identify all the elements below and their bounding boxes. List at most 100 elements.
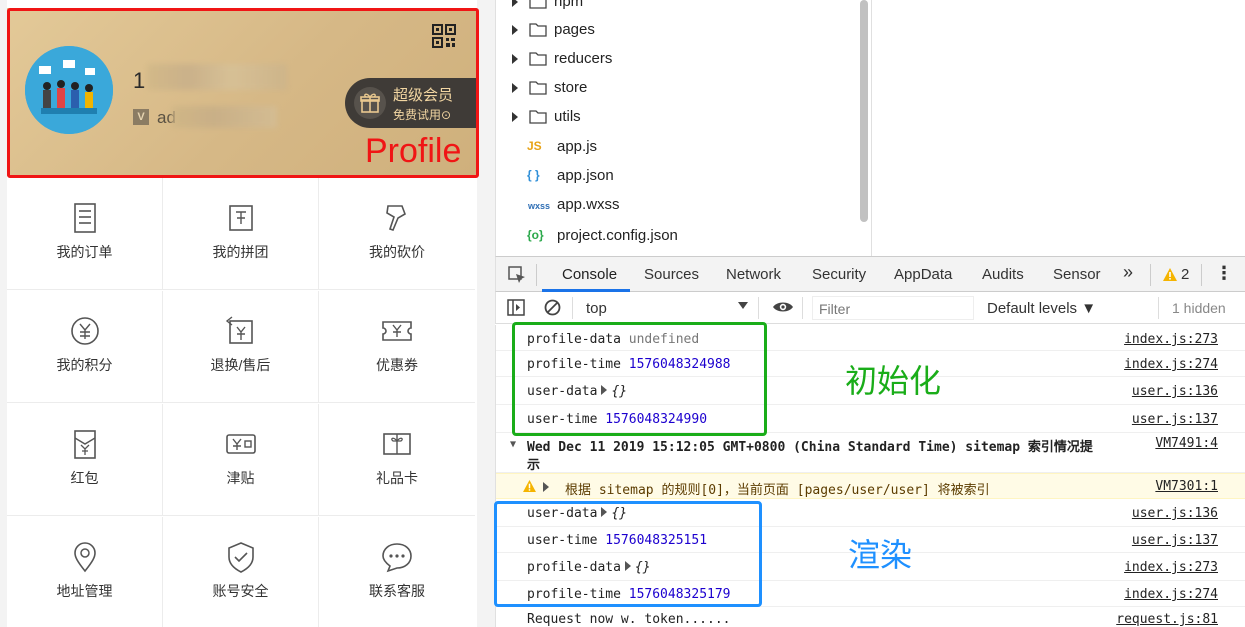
warning-count[interactable]: 2: [1181, 266, 1189, 283]
warning-icon[interactable]: [1163, 268, 1177, 281]
more-tabs-icon[interactable]: »: [1123, 262, 1133, 283]
folder-icon: [529, 110, 547, 124]
folder-icon: [529, 0, 547, 9]
grid-item-red-packet[interactable]: 红包: [7, 404, 163, 516]
grid-item-location[interactable]: 地址管理: [7, 517, 163, 627]
source-link[interactable]: index.js:274: [1124, 357, 1218, 372]
expand-arrow-icon[interactable]: [512, 0, 518, 7]
grid-item-label: 我的砍价: [369, 244, 425, 260]
expand-arrow-icon[interactable]: [543, 482, 549, 492]
avatar[interactable]: [25, 46, 113, 134]
grid-item-coupon[interactable]: 优惠券: [319, 291, 475, 403]
grid-item-bargain[interactable]: 我的砍价: [319, 178, 475, 290]
grid-item-return[interactable]: 退换/售后: [163, 291, 319, 403]
filter-input[interactable]: Filter: [812, 296, 974, 320]
vip-title: 超级会员: [393, 87, 454, 104]
source-link[interactable]: VM7491:4: [1155, 436, 1218, 451]
expand-arrow-icon[interactable]: [512, 54, 518, 64]
divider: [758, 297, 759, 319]
eye-icon[interactable]: [772, 300, 794, 314]
red-packet-icon: [74, 430, 96, 459]
tab-audits[interactable]: Audits: [982, 266, 1024, 283]
source-link[interactable]: request.js:81: [1116, 612, 1218, 627]
hidden-count: 1 hidden: [1172, 300, 1226, 316]
console-row: Request now w. token...... request.js:81: [496, 607, 1245, 627]
log-message: profile-data undefined: [527, 332, 700, 347]
source-link[interactable]: user.js:137: [1132, 412, 1218, 427]
source-link[interactable]: user.js:136: [1132, 506, 1218, 521]
folder-npm[interactable]: npm: [496, 0, 856, 17]
grid-item-shield[interactable]: 账号安全: [163, 517, 319, 627]
folder-icon: [529, 52, 547, 66]
clear-console-icon[interactable]: [544, 299, 561, 316]
id-icon: V: [133, 109, 149, 125]
file-project-config[interactable]: {o} project.config.json: [496, 223, 856, 251]
qr-code-icon[interactable]: [432, 24, 456, 48]
grid-item-gift-card[interactable]: 礼品卡: [319, 404, 475, 516]
user-page: 1 V ad 超级会员 免费试用⊙ Profile 我的订单 我的拼团 我的砍价…: [7, 0, 479, 627]
log-message: profile-time 1576048325179: [527, 587, 731, 602]
source-link[interactable]: VM7301:1: [1155, 479, 1218, 494]
allowance-icon: [226, 434, 256, 454]
kebab-menu-icon[interactable]: ⋮: [1215, 263, 1233, 284]
grid-item-label: 礼品卡: [376, 470, 418, 486]
file-label: app.json: [557, 167, 614, 184]
context-select[interactable]: top: [586, 300, 607, 317]
log-levels-select[interactable]: Default levels ▼: [987, 300, 1096, 317]
file-tree-scrollbar[interactable]: [860, 0, 868, 222]
source-link[interactable]: index.js:273: [1124, 560, 1218, 575]
file-app-js[interactable]: JS app.js: [496, 134, 856, 162]
folder-pages[interactable]: pages: [496, 17, 856, 45]
tab-sources[interactable]: Sources: [644, 266, 699, 283]
expand-arrow-icon[interactable]: [512, 25, 518, 35]
sidebar-toggle-icon[interactable]: [507, 299, 525, 316]
tab-console[interactable]: Console: [562, 266, 617, 283]
console-row[interactable]: user-data{} user.js:136: [496, 499, 1245, 527]
grid-item-chat[interactable]: 联系客服: [319, 517, 475, 627]
folder-label: pages: [554, 21, 595, 38]
folder-utils[interactable]: utils: [496, 104, 856, 132]
tab-appdata[interactable]: AppData: [894, 266, 952, 283]
folder-label: utils: [554, 108, 581, 125]
grid-item-allowance[interactable]: 津贴: [163, 404, 319, 516]
context-dropdown-icon[interactable]: [738, 302, 748, 309]
source-link[interactable]: index.js:273: [1124, 332, 1218, 347]
grid-item-label: 我的积分: [56, 357, 113, 373]
expand-object-icon[interactable]: [601, 385, 608, 395]
expand-arrow-icon[interactable]: [512, 112, 518, 122]
location-icon: [74, 542, 96, 573]
source-link[interactable]: index.js:274: [1124, 587, 1218, 602]
expand-arrow-icon[interactable]: [512, 83, 518, 93]
log-message: user-data{}: [527, 384, 628, 399]
source-link[interactable]: user.js:137: [1132, 533, 1218, 548]
warning-row[interactable]: 根据 sitemap 的规则[0]，当前页面 [pages/user/user]…: [496, 473, 1245, 499]
folder-store[interactable]: store: [496, 75, 856, 103]
folder-reducers[interactable]: reducers: [496, 46, 856, 74]
console-group-row[interactable]: ▼ Wed Dec 11 2019 15:12:05 GMT+0800 (Chi…: [496, 433, 1245, 473]
file-app-wxss[interactable]: wxss app.wxss: [496, 192, 856, 220]
tab-network[interactable]: Network: [726, 266, 781, 283]
source-link[interactable]: user.js:136: [1132, 384, 1218, 399]
gift-card-icon: [383, 433, 411, 455]
grid-item-order[interactable]: 我的订单: [7, 178, 163, 290]
grid-item-label: 联系客服: [369, 583, 425, 599]
file-app-json[interactable]: { } app.json: [496, 163, 856, 191]
warning-message: 根据 sitemap 的规则[0]，当前页面 [pages/user/user]…: [565, 483, 990, 498]
tab-sensor[interactable]: Sensor: [1053, 266, 1101, 283]
inspect-element-icon[interactable]: [508, 266, 526, 284]
avatar-illustration-icon: [25, 46, 113, 134]
grid-item-group-buy[interactable]: 我的拼团: [163, 178, 319, 290]
points-icon: [71, 317, 99, 345]
sitemap-message-cont: 示: [527, 458, 541, 473]
collapse-arrow-icon[interactable]: ▼: [510, 439, 516, 450]
vip-trial-button[interactable]: 超级会员 免费试用⊙: [345, 78, 477, 128]
expand-object-icon[interactable]: [601, 507, 608, 517]
tab-security[interactable]: Security: [812, 266, 866, 283]
grid-item-points[interactable]: 我的积分: [7, 291, 163, 403]
folder-icon: [529, 23, 547, 37]
expand-object-icon[interactable]: [624, 561, 631, 571]
divider: [1201, 264, 1202, 286]
divider: [1158, 297, 1159, 319]
file-label: project.config.json: [557, 227, 678, 244]
warning-icon: [523, 480, 536, 492]
